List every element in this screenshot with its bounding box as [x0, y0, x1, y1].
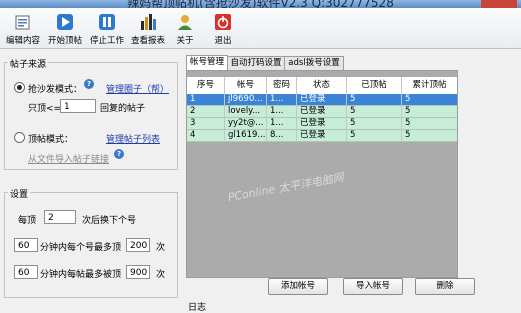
post-limit-unit: 次: [156, 270, 166, 280]
column-header[interactable]: 已顶帖: [347, 77, 402, 94]
watermark: PConline 太平洋电脑网: [226, 170, 345, 205]
close-button[interactable]: [481, 0, 517, 8]
column-header[interactable]: 状态: [297, 77, 347, 94]
table-cell: 1: [187, 94, 225, 105]
column-header[interactable]: 密码: [267, 77, 297, 94]
manage-circle-link[interactable]: 管理圈子（帮）: [106, 82, 169, 95]
table-cell: 3: [187, 118, 225, 129]
settings-title: 设置: [8, 187, 31, 200]
tab-adsl-dialup[interactable]: adsl拨号设置: [284, 56, 344, 70]
reply-limit-input[interactable]: 1: [60, 99, 96, 113]
every-suffix: 次后换下个号: [82, 216, 137, 226]
post-minutes-input[interactable]: 60: [14, 265, 38, 279]
top-mode-label: 顶帖模式：: [28, 135, 74, 145]
stop-button[interactable]: 停止工作: [88, 13, 126, 46]
report-button[interactable]: 查看报表: [128, 13, 168, 46]
edit-content-label: 编辑内容: [5, 36, 40, 46]
table-cell: 5: [405, 130, 411, 140]
account-table: 序号 帐号 密码 状态 已顶帖 累计顶帖 1 jl9690... 1... 已登…: [186, 70, 458, 278]
import-account-button[interactable]: 导入帐号: [343, 278, 403, 295]
table-cell: 1...: [267, 94, 297, 105]
table-row[interactable]: 4 gl1619... 8... 已登录 5 5: [187, 130, 457, 142]
about-label: 关于: [176, 36, 194, 46]
column-header[interactable]: 累计顶帖: [402, 77, 457, 94]
exit-button[interactable]: 退出: [210, 13, 236, 46]
table-row[interactable]: 1 jl9690... 1... 已登录 5 5: [187, 94, 457, 106]
table-cell: 5: [347, 130, 402, 141]
table-cell: 已登录: [297, 94, 347, 105]
table-cell: 已登录: [297, 130, 347, 141]
table-cell: 已登录: [297, 106, 347, 117]
table-row[interactable]: 3 yy2t@... 1... 已登录 5 5: [187, 118, 457, 130]
stop-label: 停止工作: [89, 36, 124, 46]
every-label: 每顶: [18, 216, 37, 226]
table-cell: 4: [187, 130, 225, 141]
exit-label: 退出: [214, 36, 232, 46]
table-cell: 5: [347, 118, 402, 129]
table-cell: jl9690...: [225, 94, 267, 105]
every-input[interactable]: 2: [44, 210, 76, 224]
add-account-button[interactable]: 添加帐号: [268, 278, 328, 295]
report-label: 查看报表: [130, 36, 165, 46]
tab-auto-captcha[interactable]: 自动打码设置: [227, 56, 285, 70]
log-label: 日志: [188, 303, 207, 313]
chart-icon: [139, 13, 157, 31]
play-icon: [56, 13, 74, 31]
pause-icon: [98, 13, 116, 31]
post-limit-label: 分钟内每帖最多被顶: [40, 270, 122, 280]
import-posts-link[interactable]: 从文件导入帖子链接: [28, 152, 109, 165]
account-minutes-input[interactable]: 60: [14, 238, 38, 252]
table-cell: 8...: [267, 130, 297, 141]
start-label: 开始顶帖: [47, 36, 82, 46]
table-header: 序号 帐号 密码 状态 已顶帖 累计顶帖: [187, 77, 457, 94]
table-cell: yy2t@...: [225, 118, 267, 129]
table-cell: 5: [405, 94, 411, 104]
top-mode-radio[interactable]: [14, 132, 25, 143]
window-title: 辣妈帮顶帖机(含抢沙发)软件V2.3 Q:302777528: [127, 0, 394, 8]
reply-limit-suffix: 回复的帖子: [100, 104, 146, 114]
title-bar: 辣妈帮顶帖机(含抢沙发)软件V2.3 Q:302777528: [0, 0, 521, 8]
manage-posts-link[interactable]: 管理帖子列表: [106, 132, 160, 145]
help-icon[interactable]: ?: [114, 149, 124, 159]
sofa-mode-radio[interactable]: [14, 82, 25, 93]
table-cell: 5: [347, 94, 402, 105]
table-row[interactable]: 2 lovely... 1... 已登录 5 5: [187, 106, 457, 118]
account-limit-label: 分钟内每个号最多顶: [40, 243, 122, 253]
delete-button[interactable]: 删除: [415, 278, 475, 295]
edit-content-button[interactable]: 编辑内容: [4, 13, 42, 46]
account-limit-input[interactable]: 200: [126, 238, 150, 252]
tab-account-management[interactable]: 帐号管理: [186, 55, 228, 70]
sofa-mode-label: 抢沙发模式：: [28, 85, 83, 95]
help-icon[interactable]: ?: [84, 79, 94, 89]
column-header[interactable]: 序号: [187, 77, 225, 94]
table-cell: gl1619...: [225, 130, 267, 141]
exit-icon: [214, 13, 232, 31]
table-cell: 5: [405, 106, 411, 116]
edit-icon: [14, 13, 32, 31]
table-cell: lovely...: [225, 106, 267, 117]
table-cell: 1...: [267, 118, 297, 129]
table-cell: 已登录: [297, 118, 347, 129]
start-button[interactable]: 开始顶帖: [46, 13, 84, 46]
table-cell: 2: [187, 106, 225, 117]
about-icon: [176, 13, 194, 31]
post-limit-input[interactable]: 900: [126, 265, 150, 279]
table-cell: 5: [347, 106, 402, 117]
post-source-title: 帖子来源: [8, 57, 49, 70]
account-limit-unit: 次: [156, 243, 166, 253]
toolbar: 编辑内容 开始顶帖 停止工作 查看报表 关于 退出: [0, 8, 521, 49]
table-cell: 1...: [267, 106, 297, 117]
column-header[interactable]: 帐号: [225, 77, 267, 94]
about-button[interactable]: 关于: [172, 13, 198, 46]
table-cell: 5: [405, 118, 411, 128]
only-top-label: 只顶<=: [28, 104, 62, 114]
